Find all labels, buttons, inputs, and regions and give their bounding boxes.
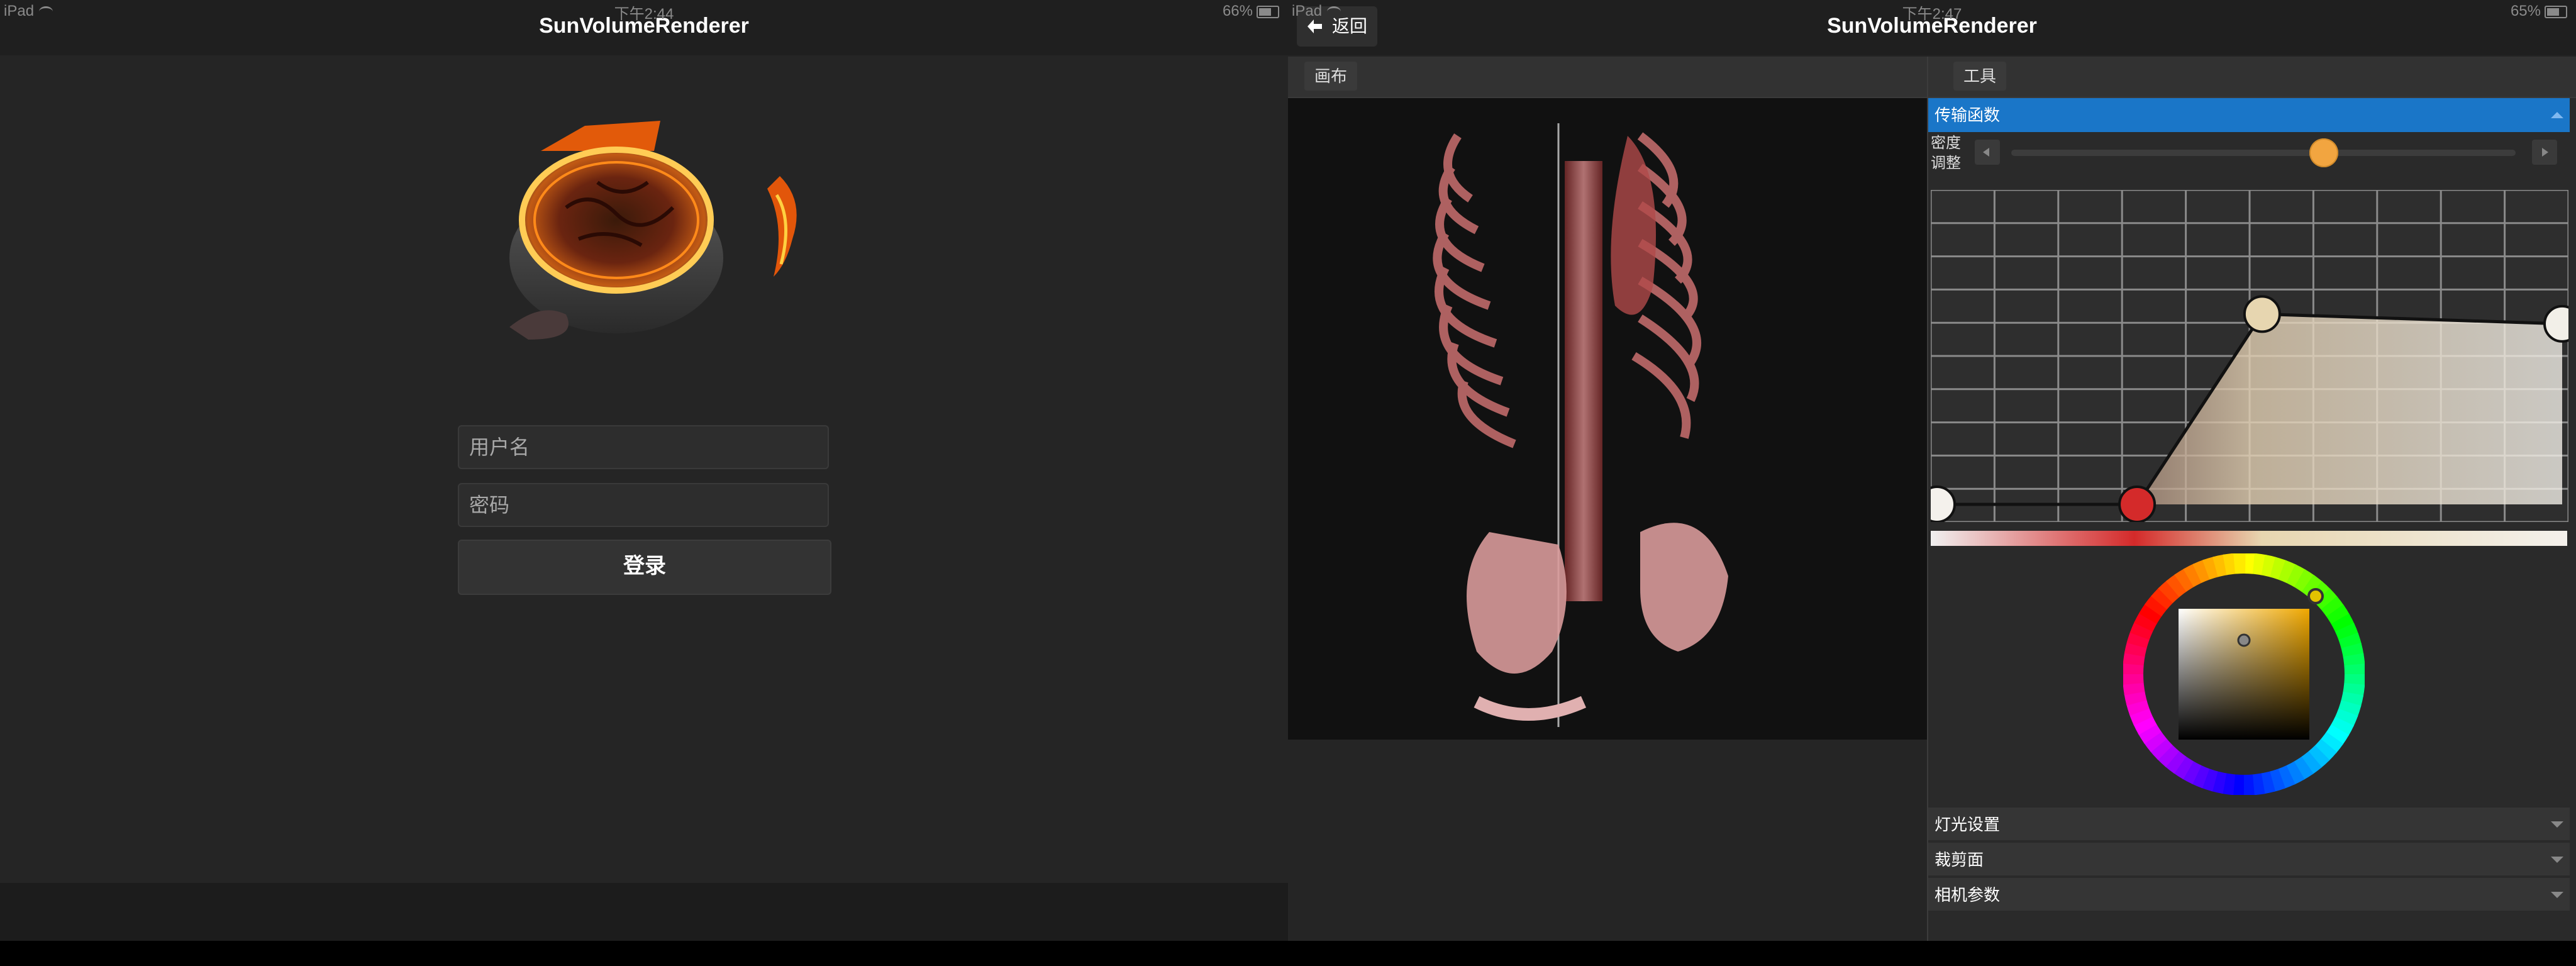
battery-icon (1257, 5, 1279, 18)
login-screen: SunVolumeRenderer iPad 下午2:44 66% 用户名 登录 (0, 0, 1288, 941)
battery-percent: 65% (2510, 3, 2541, 19)
torso-rendering-image (1288, 98, 1927, 740)
triangle-right-icon (2542, 148, 2548, 157)
status-bar: iPad 下午2:47 65% (1288, 0, 2576, 23)
tf-control-point[interactable] (2243, 295, 2281, 333)
tf-control-point[interactable] (1931, 486, 1956, 522)
battery-icon (2545, 5, 2567, 18)
expand-caret-icon (2551, 892, 2563, 898)
density-control: 密度调整 (1928, 131, 2570, 181)
tf-control-point[interactable] (2543, 304, 2568, 343)
triangle-left-icon (1983, 148, 1989, 157)
density-increase-button[interactable] (2532, 140, 2557, 165)
camera-params-title: 相机参数 (1935, 886, 2001, 904)
transfer-color-bar (1931, 531, 2567, 546)
lighting-settings-header[interactable]: 灯光设置 (1928, 806, 2570, 840)
density-slider[interactable] (2011, 138, 2516, 167)
tools-tabbar: 工具 (1928, 57, 2576, 98)
expand-caret-icon (2551, 821, 2563, 828)
status-time: 下午2:47 (1902, 6, 1962, 23)
transfer-function-editor[interactable] (1931, 190, 2568, 522)
canvas-panel: 画布 (1288, 57, 1927, 941)
login-button[interactable]: 登录 (458, 540, 831, 595)
density-slider-thumb[interactable] (2309, 138, 2339, 167)
tf-control-point[interactable] (2118, 486, 2157, 522)
hue-cursor[interactable] (2307, 588, 2324, 604)
status-time: 下午2:44 (614, 6, 674, 23)
lighting-settings-title: 灯光设置 (1935, 815, 2001, 834)
saturation-value-square[interactable] (2179, 609, 2309, 740)
clipping-plane-header[interactable]: 裁剪面 (1928, 841, 2570, 875)
tools-panel: 工具 传输函数 密度调整 灯光设置 裁剪面 相机参数 (1928, 57, 2576, 941)
density-decrease-button[interactable] (1975, 140, 2000, 165)
clipping-plane-title: 裁剪面 (1935, 850, 1984, 869)
battery-percent: 66% (1222, 3, 1253, 19)
volume-render-view[interactable] (1288, 98, 1927, 740)
transfer-function-header[interactable]: 传输函数 (1928, 98, 2570, 132)
tab-tools[interactable]: 工具 (1953, 62, 2007, 91)
renderer-screen: SunVolumeRenderer 返回 iPad 下午2:47 65% 画布 (1288, 0, 2576, 941)
sv-cursor[interactable] (2237, 633, 2251, 647)
username-input[interactable] (458, 425, 829, 469)
expand-caret-icon (2551, 857, 2563, 863)
color-picker[interactable] (2123, 553, 2365, 796)
status-bar: iPad 下午2:44 66% (0, 0, 1288, 23)
app-logo (491, 113, 818, 365)
density-label: 密度调整 (1931, 135, 1961, 172)
bottom-toolbar (0, 883, 1288, 941)
transfer-function-title: 传输函数 (1935, 106, 2001, 125)
tab-canvas[interactable]: 画布 (1304, 62, 1358, 91)
canvas-tabbar: 画布 (1288, 57, 1927, 98)
password-input[interactable] (458, 483, 829, 527)
collapse-caret-icon (2551, 112, 2563, 118)
camera-params-header[interactable]: 相机参数 (1928, 877, 2570, 911)
